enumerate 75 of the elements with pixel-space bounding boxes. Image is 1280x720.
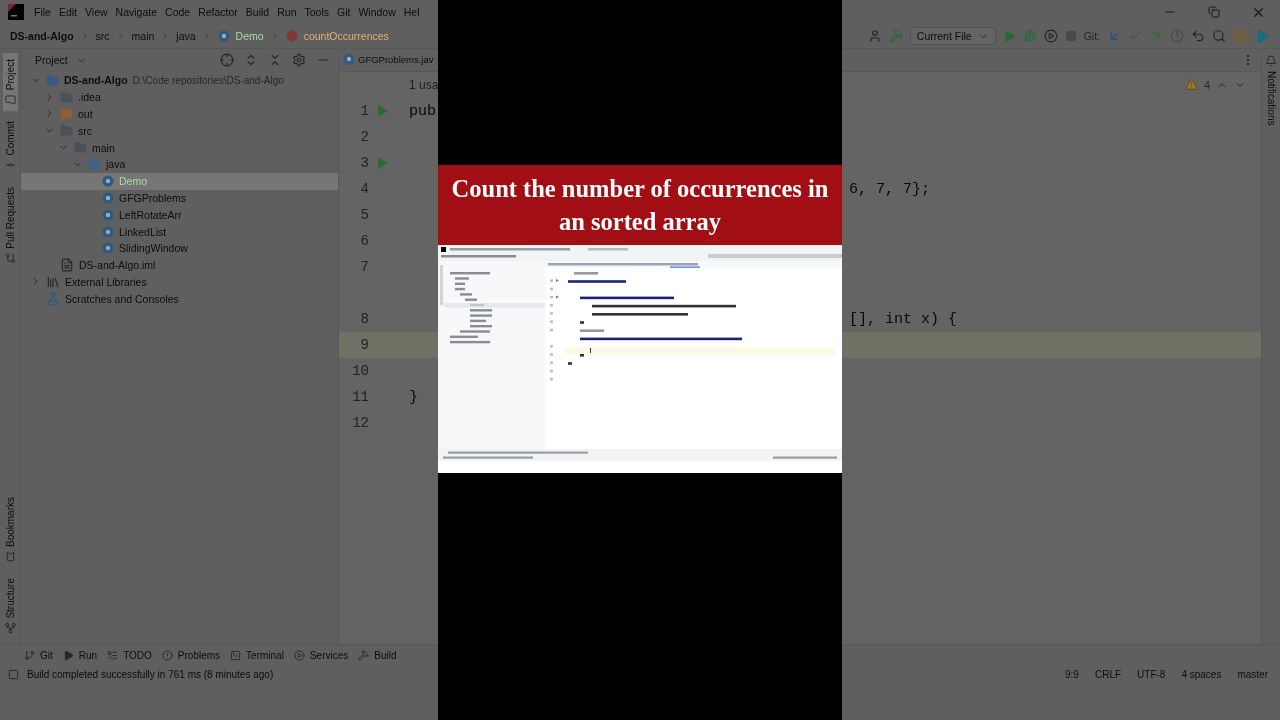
path-hint: D:\Code repositories\DS-and-Algo: [132, 74, 284, 86]
line-number: 8: [359, 311, 369, 327]
tool-window-button[interactable]: Problems: [161, 649, 221, 661]
code-text: pub: [409, 102, 436, 120]
tool-window-tab[interactable]: Bookmarks: [2, 491, 18, 569]
tree-item[interactable]: DS-and-Algo.iml: [21, 256, 338, 274]
status-item[interactable]: 9:9: [1065, 668, 1079, 680]
tree-item[interactable]: DS-and-Algo D:\Code repositories\DS-and-Algo: [21, 72, 338, 89]
menu-item[interactable]: Edit: [54, 1, 81, 23]
menu-item[interactable]: Git: [333, 1, 355, 23]
tree-item[interactable]: SlidingWindow: [21, 239, 338, 257]
code-text: 6, 7, 7};: [849, 180, 930, 198]
line-number: 3: [359, 155, 369, 171]
git-label: Git:: [1083, 30, 1100, 42]
breadcrumb-item[interactable]: Demo: [235, 30, 264, 42]
line-number: 12: [351, 415, 369, 431]
tree-item[interactable]: src: [21, 122, 338, 140]
line-number: 5: [359, 207, 369, 223]
run-config-select[interactable]: Current File: [909, 27, 996, 45]
status-item[interactable]: 4 spaces: [1181, 668, 1222, 680]
menu-item[interactable]: Window: [354, 1, 400, 23]
tree-item[interactable]: .idea: [21, 88, 338, 106]
breadcrumb-item[interactable]: java: [176, 30, 196, 42]
tool-window-tab[interactable]: Commit: [2, 115, 18, 177]
tree-item[interactable]: Scratches and Consoles: [21, 290, 338, 308]
line-number: 10: [351, 363, 369, 379]
status-item[interactable]: CRLF: [1094, 668, 1122, 680]
tree-item[interactable]: LeftRotateArr: [21, 206, 338, 224]
editor-tab[interactable]: GFGProblems.jav: [339, 49, 438, 71]
breadcrumb-item[interactable]: countOccurrences: [303, 30, 389, 42]
line-number: 11: [351, 389, 369, 405]
tool-window-tab[interactable]: Project: [2, 53, 18, 112]
line-number: 7: [359, 259, 369, 275]
line-number: 1: [359, 103, 369, 119]
menu-item[interactable]: Run: [273, 1, 301, 23]
status-message: Build completed successfully in 761 ms (8 minutes ago): [27, 668, 274, 680]
tool-window-button[interactable]: Build: [358, 649, 397, 661]
menu-item[interactable]: Tools: [300, 1, 333, 23]
breadcrumb-item[interactable]: main: [131, 30, 155, 42]
breadcrumb-item[interactable]: DS-and-Algo: [10, 30, 74, 42]
line-number: 4: [359, 181, 369, 197]
tree-item[interactable]: Demo: [21, 172, 338, 190]
panel-title[interactable]: Project: [29, 54, 87, 66]
notifications-tab[interactable]: Notifications: [1265, 71, 1277, 126]
code-text: [], int x) {: [849, 310, 958, 328]
tree-item[interactable]: External Libraries: [21, 273, 338, 291]
warning-count: 4: [1203, 78, 1210, 91]
tool-window-button[interactable]: Services: [293, 649, 349, 661]
tool-window-button[interactable]: Git: [24, 649, 53, 661]
breadcrumb-item[interactable]: src: [95, 30, 110, 42]
line-number: 9: [359, 337, 369, 353]
menu-item[interactable]: Build: [241, 1, 274, 23]
tool-window-button[interactable]: Terminal: [230, 649, 284, 661]
status-item[interactable]: master: [1237, 668, 1268, 680]
tree-item[interactable]: java: [21, 156, 338, 173]
menu-item[interactable]: Hel: [399, 1, 424, 23]
tool-window-tab[interactable]: Pull Requests: [2, 180, 18, 270]
tool-window-button[interactable]: Run: [62, 649, 98, 661]
tree-item[interactable]: LinkedList: [21, 223, 338, 240]
line-number: 2: [359, 129, 369, 145]
menu-item[interactable]: Navigate: [111, 1, 162, 23]
menu-item[interactable]: Refactor: [194, 1, 242, 23]
menu-item[interactable]: File: [30, 1, 55, 23]
tree-item[interactable]: out: [21, 105, 338, 123]
status-item[interactable]: UTF-8: [1137, 668, 1166, 680]
code-text: }: [409, 388, 418, 406]
tree-item[interactable]: GFGProblems: [21, 189, 338, 207]
tree-item[interactable]: main: [21, 139, 338, 156]
usage-hint[interactable]: 1 usa: [409, 78, 439, 92]
tool-window-button[interactable]: TODO: [107, 649, 152, 661]
line-number: 6: [359, 233, 369, 249]
menu-item[interactable]: Code: [161, 1, 195, 23]
menu-item[interactable]: View: [81, 1, 112, 23]
video-title: Count the number of occurrences in an sorted array: [450, 174, 830, 237]
tool-window-tab[interactable]: Structure: [2, 572, 18, 640]
